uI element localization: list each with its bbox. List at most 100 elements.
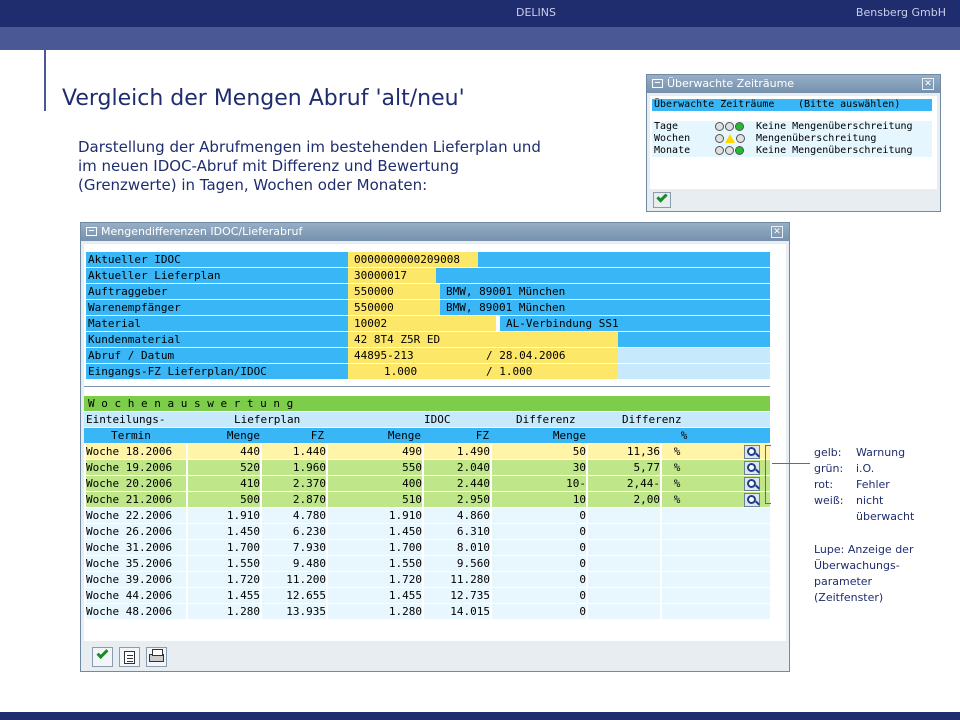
cell-lp-fz: 1.960 bbox=[262, 460, 326, 475]
cell-lp-fz: 2.870 bbox=[262, 492, 326, 507]
cell-lp-fz: 11.200 bbox=[262, 572, 326, 587]
field-label: Eingangs-FZ Lieferplan/IDOC bbox=[86, 364, 348, 379]
ok-button[interactable] bbox=[92, 646, 113, 667]
cell-fill bbox=[692, 540, 770, 555]
cell-idoc-fz: 4.860 bbox=[424, 508, 490, 523]
field-fill bbox=[618, 364, 770, 379]
magnifier-glass bbox=[747, 495, 756, 504]
lamp-icon bbox=[736, 134, 745, 143]
cell-diff-menge: 0 bbox=[492, 524, 586, 539]
accent-line bbox=[44, 27, 46, 111]
lamp-icon bbox=[725, 146, 734, 155]
lamp-icon bbox=[725, 122, 734, 131]
table-row[interactable]: Woche 44.2006 1.455 12.655 1.455 12.735 0 bbox=[84, 588, 770, 603]
table-row[interactable]: Woche 21.2006 500 2.870 510 2.950 10 2,00% bbox=[84, 492, 770, 507]
col-head-fz-idoc: FZ bbox=[475, 429, 489, 442]
lamp-icon bbox=[735, 122, 744, 131]
lupe-legend-line: Lupe: Anzeige der bbox=[814, 543, 914, 556]
periods-header: Überwachte Zeiträume (Bitte auswählen) bbox=[652, 99, 932, 111]
cell-diff-pct bbox=[588, 556, 660, 571]
field-value: 30000017 bbox=[348, 268, 436, 283]
field-fill bbox=[618, 332, 770, 347]
slide-description: Darstellung der Abrufmengen im bestehend… bbox=[78, 138, 608, 195]
periods-list: Tage Keine Mengenüberschreitung Wochen Meng… bbox=[652, 121, 932, 157]
period-label: Monate bbox=[654, 145, 691, 156]
period-row[interactable]: WochenMengenüberschreitung (Warnung) bbox=[652, 133, 932, 156]
diff-window-body: Aktueller IDOC 0000000000209008 Aktueller … bbox=[84, 244, 786, 641]
table-row[interactable]: Woche 39.2006 1.720 11.200 1.720 11.280 0 bbox=[84, 572, 770, 587]
cell-termin: Woche 39.2006 bbox=[86, 572, 186, 587]
cell-diff-pct: 5,77 bbox=[588, 460, 660, 475]
field-label: Aktueller IDOC bbox=[86, 252, 348, 267]
cell-lp-fz: 6.230 bbox=[262, 524, 326, 539]
col-head-fz-lp: FZ bbox=[310, 429, 324, 442]
legend-line: grün: i.O. bbox=[814, 461, 914, 477]
field-extra: BMW, 89001 München bbox=[440, 300, 770, 315]
window-icon bbox=[86, 227, 97, 236]
periods-header-hint: (Bitte auswählen) bbox=[798, 99, 901, 110]
cell-termin: Woche 35.2006 bbox=[86, 556, 186, 571]
cell-lp-menge: 1.720 bbox=[188, 572, 260, 587]
lupe-legend-line: (Zeitfenster) bbox=[814, 591, 884, 604]
cell-pct-sign: % bbox=[662, 444, 692, 459]
period-row[interactable]: Tage Keine Mengenüberschreitung bbox=[652, 121, 932, 133]
display-document-button[interactable] bbox=[119, 647, 140, 667]
cell-termin: Woche 31.2006 bbox=[86, 540, 186, 555]
field-label: Warenempfänger bbox=[86, 300, 348, 315]
cell-diff-pct bbox=[588, 524, 660, 539]
field-label: Material bbox=[86, 316, 348, 331]
print-button[interactable] bbox=[146, 647, 167, 667]
confirm-button[interactable] bbox=[653, 191, 671, 208]
diff-window-title: Mengendifferenzen IDOC/Lieferabruf bbox=[101, 225, 303, 238]
table-row[interactable]: Woche 48.2006 1.280 13.935 1.280 14.015 0 bbox=[84, 604, 770, 619]
field-fill bbox=[436, 268, 770, 283]
cell-lp-menge: 500 bbox=[188, 492, 260, 507]
cell-termin: Woche 26.2006 bbox=[86, 524, 186, 539]
table-row[interactable]: Woche 35.2006 1.550 9.480 1.550 9.560 0 bbox=[84, 556, 770, 571]
lamp-icon bbox=[715, 122, 724, 131]
field-extra: BMW, 89001 München bbox=[440, 284, 770, 299]
header-band: DELINS Bensberg GmbH bbox=[0, 0, 960, 27]
magnifier-icon[interactable] bbox=[744, 477, 760, 491]
field-label: Aktueller Lieferplan bbox=[86, 268, 348, 283]
field-label: Kundenmaterial bbox=[86, 332, 348, 347]
field-value: 550000 bbox=[348, 300, 440, 315]
magnifier-icon[interactable] bbox=[744, 493, 760, 507]
cell-pct-sign bbox=[662, 540, 692, 555]
col-head-idoc: IDOC bbox=[424, 413, 451, 426]
cell-lp-fz: 12.655 bbox=[262, 588, 326, 603]
legend-bracket-stem bbox=[772, 463, 810, 464]
close-icon[interactable]: ✕ bbox=[771, 226, 783, 238]
cell-idoc-menge: 550 bbox=[328, 460, 422, 475]
table-row[interactable]: Woche 22.2006 1.910 4.780 1.910 4.860 0 bbox=[84, 508, 770, 523]
close-icon[interactable]: ✕ bbox=[922, 78, 934, 90]
cell-lp-menge: 1.450 bbox=[188, 524, 260, 539]
cell-idoc-fz: 6.310 bbox=[424, 524, 490, 539]
checkmark-icon bbox=[656, 191, 668, 203]
header-company: Bensberg GmbH bbox=[855, 6, 946, 19]
cell-lp-fz: 2.370 bbox=[262, 476, 326, 491]
table-row[interactable]: Woche 18.2006 440 1.440 490 1.490 50 11,36% bbox=[84, 444, 770, 459]
cell-lp-fz: 4.780 bbox=[262, 508, 326, 523]
header-field-row: Warenempfänger 550000 BMW, 89001 München bbox=[84, 300, 770, 315]
table-row[interactable]: Woche 19.2006 520 1.960 550 2.040 30 5,77% bbox=[84, 460, 770, 475]
magnifier-icon[interactable] bbox=[744, 445, 760, 459]
field-extra: / 1.000 bbox=[486, 365, 533, 378]
cell-termin: Woche 22.2006 bbox=[86, 508, 186, 523]
legend-key: weiß: bbox=[814, 494, 844, 507]
cell-termin: Woche 21.2006 bbox=[86, 492, 186, 507]
header-center-text: DELINS bbox=[516, 6, 557, 19]
document-icon bbox=[124, 651, 135, 664]
periods-dialog-body: Überwachte Zeiträume (Bitte auswählen) T… bbox=[650, 96, 937, 189]
cell-pct-sign bbox=[662, 508, 692, 523]
magnifier-handle bbox=[755, 452, 760, 458]
cell-diff-pct: 2,00 bbox=[588, 492, 660, 507]
table-row[interactable]: Woche 20.2006 410 2.370 400 2.440 10- 2,44-% bbox=[84, 476, 770, 491]
header-field-row: Material 10002 AL-Verbindung SS1 bbox=[84, 316, 770, 331]
table-row[interactable]: Woche 31.2006 1.700 7.930 1.700 8.010 0 bbox=[84, 540, 770, 555]
magnifier-icon[interactable] bbox=[744, 461, 760, 475]
cell-fill bbox=[692, 508, 770, 523]
table-row[interactable]: Woche 26.2006 1.450 6.230 1.450 6.310 0 bbox=[84, 524, 770, 539]
cell-lp-menge: 440 bbox=[188, 444, 260, 459]
period-row[interactable]: Monate Keine Mengenüberschreitung bbox=[652, 145, 932, 157]
